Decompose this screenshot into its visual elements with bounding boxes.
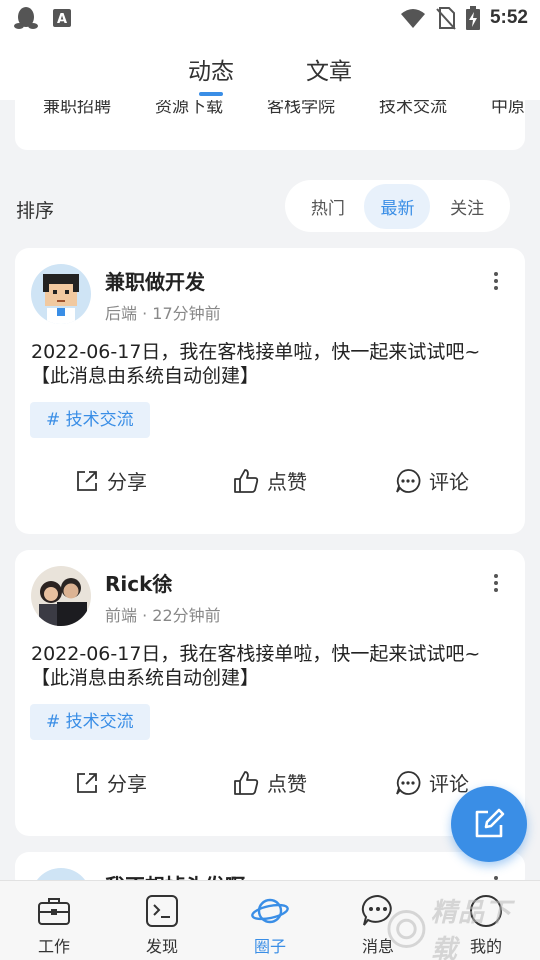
comment-label: 评论 <box>429 772 469 796</box>
nav-messages[interactable]: 消息 <box>324 881 432 960</box>
more-options-icon[interactable] <box>493 574 499 592</box>
nav-label: 我的 <box>469 937 502 956</box>
planet-icon <box>251 898 289 924</box>
post-actions: 分享 点赞 评论 <box>15 466 525 506</box>
category-item[interactable]: 客栈学院 <box>267 100 335 117</box>
more-options-icon[interactable] <box>493 272 499 290</box>
nav-circle[interactable]: 圈子 <box>216 881 324 960</box>
nav-discover[interactable]: 发现 <box>108 881 216 960</box>
edit-icon <box>475 808 505 838</box>
category-row: 兼职招聘 资源下载 客栈学院 技术交流 中原 <box>43 100 525 117</box>
post-text: 2022-06-17日，我在客栈接单啦，快一起来试试吧~【此消息由系统自动创建】 <box>31 643 481 689</box>
svg-text:A: A <box>57 12 67 27</box>
post-actions: 分享 点赞 评论 <box>15 768 525 808</box>
category-item[interactable]: 兼职招聘 <box>43 100 111 117</box>
comment-label: 评论 <box>429 470 469 494</box>
comment-button[interactable]: 评论 <box>395 768 469 797</box>
like-button[interactable]: 点赞 <box>233 768 307 797</box>
post-tag[interactable]: # 技术交流 <box>30 704 150 740</box>
share-label: 分享 <box>107 470 147 494</box>
post-meta: 前端 · 22分钟前 <box>105 606 221 625</box>
post-time: 17分钟前 <box>152 304 221 323</box>
battery-charging-icon <box>465 6 480 30</box>
share-button[interactable]: 分享 <box>75 466 147 495</box>
sort-option-hot[interactable]: 热门 <box>295 184 361 229</box>
post-meta: 后端 · 17分钟前 <box>105 304 221 323</box>
post-category: 后端 <box>105 304 138 323</box>
like-label: 点赞 <box>267 772 307 796</box>
category-item[interactable]: 技术交流 <box>379 100 447 117</box>
nav-label: 发现 <box>145 937 178 956</box>
category-card: 兼职招聘 资源下载 客栈学院 技术交流 中原 <box>15 100 525 150</box>
thumbs-up-icon <box>234 770 259 795</box>
wifi-icon <box>400 9 425 28</box>
sort-option-latest[interactable]: 最新 <box>364 183 431 229</box>
post-card[interactable]: Rick徐 前端 · 22分钟前 2022-06-17日，我在客栈接单啦，快一起… <box>15 550 525 836</box>
tab-dynamics[interactable]: 动态 <box>188 50 234 86</box>
chat-icon <box>361 894 392 926</box>
share-button[interactable]: 分享 <box>75 768 147 797</box>
bottom-nav: 工作 发现 圈子 消息 我的 <box>0 880 540 960</box>
share-label: 分享 <box>107 772 147 796</box>
compose-post-button[interactable] <box>451 786 527 862</box>
status-bar: A 5:52 <box>0 0 540 36</box>
qq-penguin-icon <box>14 7 38 29</box>
post-text: 2022-06-17日，我在客栈接单啦，快一起来试试吧~【此消息由系统自动创建】 <box>31 341 481 387</box>
top-tab-bar: 动态 文章 <box>0 36 540 100</box>
post-author[interactable]: Rick徐 <box>105 568 172 597</box>
category-item[interactable]: 中原 <box>491 100 525 117</box>
like-label: 点赞 <box>267 470 307 494</box>
keyboard-a-icon: A <box>53 9 71 27</box>
sort-row: 排序 热门 最新 关注 <box>0 178 540 236</box>
post-tag[interactable]: # 技术交流 <box>30 402 150 438</box>
post-author[interactable]: 兼职做开发 <box>105 266 205 295</box>
like-button[interactable]: 点赞 <box>233 466 307 495</box>
nav-label: 圈子 <box>253 937 286 956</box>
sort-segmented-control: 热门 最新 关注 <box>285 180 510 232</box>
briefcase-icon <box>38 898 70 925</box>
thumbs-up-icon <box>234 468 259 493</box>
terminal-icon <box>146 895 178 927</box>
avatar[interactable] <box>31 264 91 324</box>
avatar[interactable] <box>31 566 91 626</box>
comment-icon <box>396 468 421 493</box>
post-category: 前端 <box>105 606 138 625</box>
share-icon <box>77 470 97 491</box>
nav-work[interactable]: 工作 <box>0 881 108 960</box>
post-time: 22分钟前 <box>152 606 221 625</box>
comment-icon <box>396 770 421 795</box>
nav-profile[interactable]: 我的 <box>432 881 540 960</box>
status-time: 5:52 <box>489 7 528 28</box>
nav-label: 工作 <box>37 937 70 956</box>
profile-icon <box>470 895 502 927</box>
share-icon <box>77 772 97 793</box>
comment-button[interactable]: 评论 <box>395 466 469 495</box>
post-card[interactable]: 兼职做开发 后端 · 17分钟前 2022-06-17日，我在客栈接单啦，快一起… <box>15 248 525 534</box>
no-sim-icon <box>436 7 456 30</box>
sort-label: 排序 <box>16 200 55 222</box>
sort-option-following[interactable]: 关注 <box>434 184 500 229</box>
category-item[interactable]: 资源下载 <box>155 100 223 117</box>
nav-label: 消息 <box>361 937 394 956</box>
tab-articles[interactable]: 文章 <box>306 50 352 86</box>
